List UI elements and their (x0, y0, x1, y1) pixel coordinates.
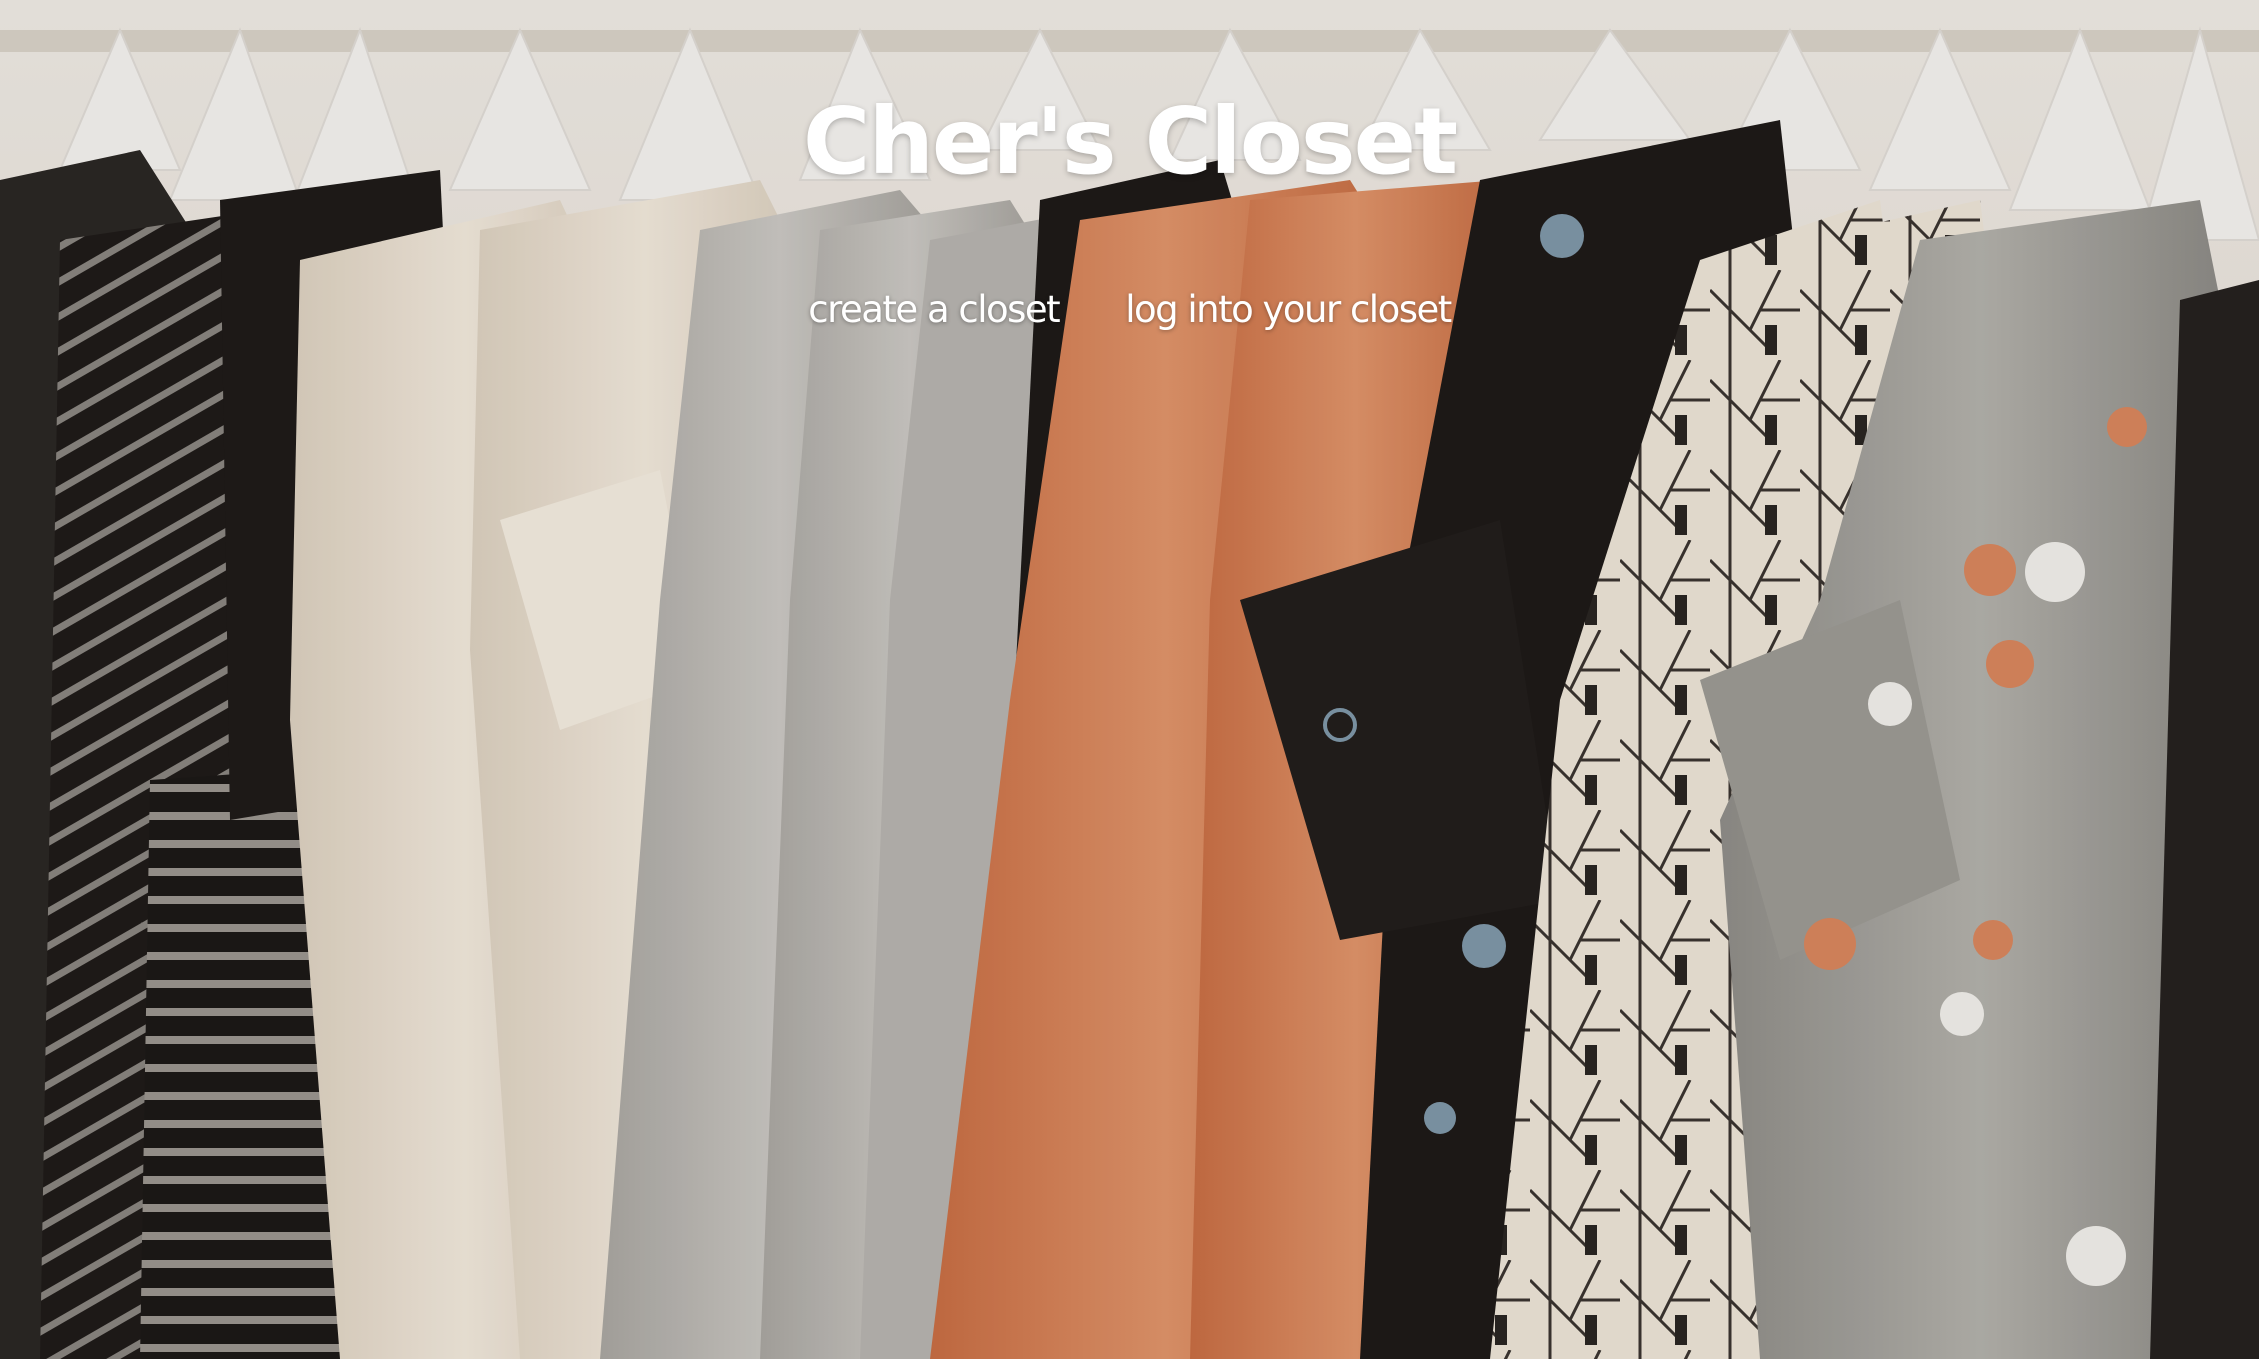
main-nav: create a closet log into your closet (0, 288, 2259, 331)
site-title: Cher's Closet (802, 88, 1458, 195)
login-closet-link[interactable]: log into your closet (1125, 288, 1452, 331)
hero-section: Cher's Closet create a closet log into y… (0, 0, 2259, 1359)
hero-overlay: Cher's Closet create a closet log into y… (0, 0, 2259, 1359)
create-closet-link[interactable]: create a closet (808, 288, 1060, 331)
